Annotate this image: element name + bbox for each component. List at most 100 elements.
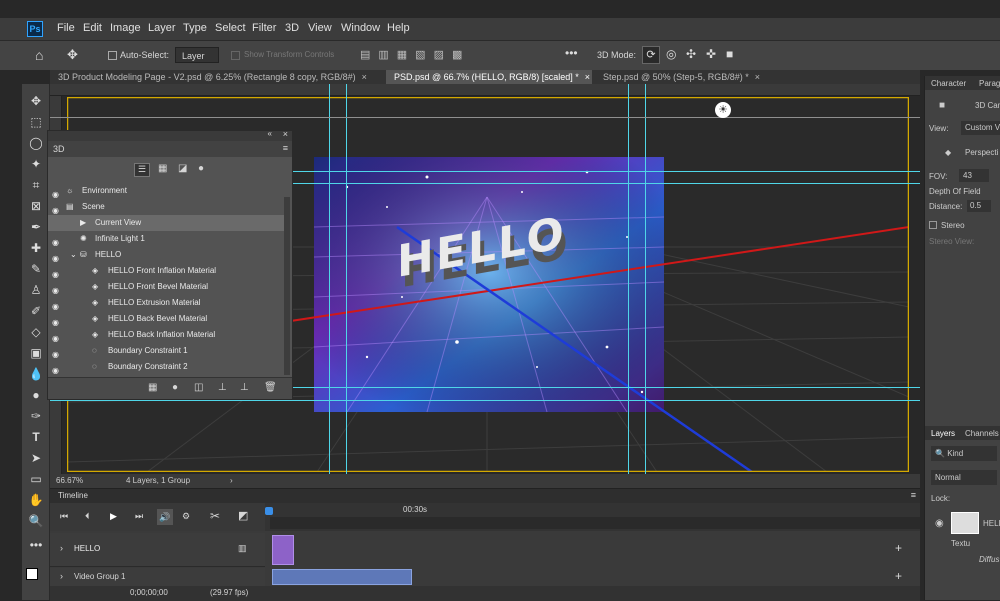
lasso-tool-icon[interactable]: ◯: [26, 134, 46, 152]
fov-field[interactable]: 43: [959, 169, 989, 182]
close-icon[interactable]: ×: [585, 72, 590, 82]
zoom-level[interactable]: 66.67%: [56, 474, 83, 488]
eye-icon[interactable]: ◉: [52, 299, 62, 311]
list-item[interactable]: ◉ ◈ HELLO Front Bevel Material: [48, 279, 288, 295]
settings-icon[interactable]: ⚙: [182, 511, 190, 522]
mesh-filter-icon[interactable]: ▦: [158, 163, 167, 174]
menu-3d[interactable]: 3D: [285, 22, 299, 34]
eye-icon[interactable]: ◉: [52, 331, 62, 343]
track-name[interactable]: HELLO: [74, 544, 100, 553]
guide-line[interactable]: [50, 400, 920, 401]
track-name[interactable]: Video Group 1: [74, 572, 125, 581]
material-filter-icon[interactable]: ◪: [178, 163, 187, 174]
shape-tool-icon[interactable]: ▭: [26, 470, 46, 488]
next-frame-icon[interactable]: ⏭: [135, 511, 143, 522]
frame-tool-icon[interactable]: ⊠: [26, 197, 46, 215]
time-ruler[interactable]: [270, 517, 920, 529]
timeline-tab[interactable]: Timeline: [50, 489, 920, 503]
type-tool-icon[interactable]: T: [26, 428, 46, 446]
eye-icon[interactable]: ◉: [52, 283, 62, 295]
layer-thumbnail[interactable]: [951, 512, 979, 534]
eye-icon[interactable]: ◉: [52, 267, 62, 279]
close-icon[interactable]: ×: [362, 72, 367, 82]
scale-3d-icon[interactable]: ■: [726, 47, 733, 61]
play-icon[interactable]: ▶: [110, 511, 117, 522]
panel-menu-icon[interactable]: ≡: [283, 143, 288, 153]
chevron-down-icon[interactable]: ⌄: [70, 247, 77, 263]
list-item[interactable]: ◉ ◈ HELLO Back Inflation Material: [48, 327, 288, 343]
guide-line[interactable]: [346, 84, 347, 474]
eye-icon[interactable]: ◉: [52, 187, 62, 199]
perspective-icon[interactable]: ◆: [945, 148, 951, 157]
list-item[interactable]: ◉ ✺ Infinite Light 1: [48, 231, 288, 247]
eye-icon[interactable]: ◉: [52, 251, 62, 263]
menu-filter[interactable]: Filter: [252, 22, 276, 34]
healing-brush-icon[interactable]: ✚: [26, 239, 46, 257]
crop-tool-icon[interactable]: ⌗: [26, 176, 46, 194]
doc-tab-step[interactable]: Step.psd @ 50% (Step-5, RGB/8#) * ×: [595, 70, 775, 84]
move-tool-icon[interactable]: ✥: [67, 47, 78, 63]
eye-icon[interactable]: ◉: [52, 363, 62, 375]
menu-layer[interactable]: Layer: [148, 22, 176, 34]
eye-icon[interactable]: ◉: [52, 315, 62, 327]
trash-icon[interactable]: 🗑: [264, 382, 277, 393]
list-item[interactable]: ◉ ☼ Environment: [48, 183, 288, 199]
video-clip[interactable]: [272, 569, 412, 585]
prev-frame-icon[interactable]: ⏴: [85, 511, 90, 522]
render-icon[interactable]: ◫: [194, 382, 203, 393]
film-icon[interactable]: ▥: [238, 543, 247, 554]
more-tools-icon[interactable]: •••: [26, 536, 46, 554]
eyedropper-icon[interactable]: ✒: [26, 218, 46, 236]
list-item[interactable]: ◉ ◈ HELLO Extrusion Material: [48, 295, 288, 311]
mesh-add-icon[interactable]: ▦: [148, 382, 157, 393]
orbit-3d-icon[interactable]: ⟳: [642, 46, 660, 64]
timecode[interactable]: 0;00;00;00: [130, 588, 168, 597]
tab-channels[interactable]: Channels: [965, 429, 999, 438]
scene-filter-icon[interactable]: ☰: [134, 163, 150, 177]
menu-file[interactable]: File: [57, 22, 75, 34]
align-icons[interactable]: ▤▥▦▧▨▩: [360, 48, 470, 61]
split-icon[interactable]: ✂: [210, 509, 220, 523]
close-icon[interactable]: ×: [283, 129, 288, 139]
timeline-clip[interactable]: [272, 535, 294, 565]
tab-character[interactable]: Character: [931, 79, 966, 88]
light-add-icon[interactable]: ●: [172, 382, 178, 393]
auto-select-dropdown[interactable]: Layer: [175, 47, 219, 63]
slide-3d-icon[interactable]: ✜: [706, 47, 716, 61]
hand-tool-icon[interactable]: ✋: [26, 491, 46, 509]
path-select-icon[interactable]: ➤: [26, 449, 46, 467]
ground-icon[interactable]: ⊥: [218, 382, 227, 393]
list-item[interactable]: ◉ ◈ HELLO Front Inflation Material: [48, 263, 288, 279]
filter-kind-dropdown[interactable]: 🔍 Kind: [931, 446, 997, 461]
menu-view[interactable]: View: [308, 22, 332, 34]
guide-line[interactable]: [329, 84, 330, 474]
marquee-tool-icon[interactable]: ⬚: [26, 113, 46, 131]
close-icon[interactable]: ×: [755, 72, 760, 82]
chevron-right-icon[interactable]: ›: [60, 571, 63, 581]
doc-tab-psd[interactable]: PSD.psd @ 66.7% (HELLO, RGB/8) [scaled] …: [386, 70, 592, 84]
guide-line[interactable]: [628, 84, 629, 474]
tab-paragraph[interactable]: Parag: [979, 79, 1000, 88]
menu-image[interactable]: Image: [110, 22, 141, 34]
magic-wand-icon[interactable]: ✦: [26, 155, 46, 173]
menu-select[interactable]: Select: [215, 22, 246, 34]
list-item[interactable]: ◉ ◈ HELLO Back Bevel Material: [48, 311, 288, 327]
chevron-right-icon[interactable]: ›: [60, 543, 63, 553]
playhead[interactable]: [265, 507, 273, 515]
gradient-tool-icon[interactable]: ▣: [26, 344, 46, 362]
perspective-label[interactable]: Perspecti: [965, 148, 998, 157]
list-item[interactable]: ◉ ◌ Boundary Constraint 2: [48, 359, 288, 375]
dodge-tool-icon[interactable]: ●: [26, 386, 46, 404]
distance-field[interactable]: 0.5: [967, 200, 991, 212]
menu-edit[interactable]: Edit: [83, 22, 102, 34]
menu-help[interactable]: Help: [387, 22, 410, 34]
add-media-icon[interactable]: +: [895, 569, 902, 583]
add-media-icon[interactable]: +: [895, 541, 902, 555]
view-dropdown[interactable]: Custom Vi: [961, 121, 1000, 135]
transition-icon[interactable]: ◩: [238, 509, 248, 522]
list-item[interactable]: ◉ ⌄ ⛁ HELLO: [48, 247, 288, 263]
collapse-icon[interactable]: «: [268, 129, 272, 138]
layer-name[interactable]: HELL: [983, 519, 1000, 528]
zoom-tool-icon[interactable]: 🔍: [26, 512, 46, 530]
light-filter-icon[interactable]: ●: [198, 163, 204, 174]
